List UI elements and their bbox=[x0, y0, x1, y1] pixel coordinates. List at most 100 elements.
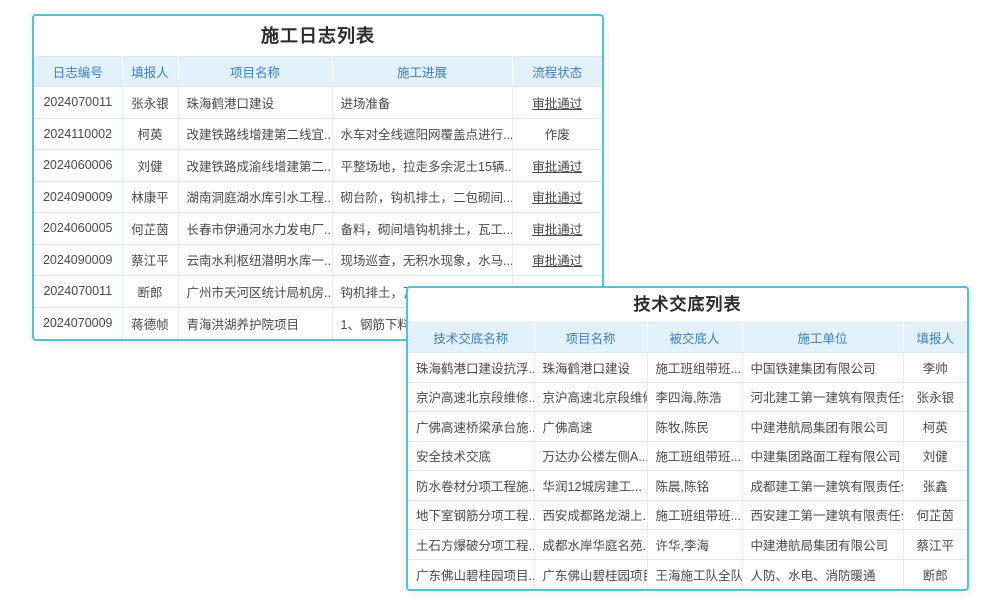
disclosure-name-column-header: 技术交底名称 bbox=[408, 323, 534, 353]
receiver-cell: 施工班组带班... bbox=[647, 441, 742, 471]
project-name-cell[interactable]: 改建铁路线增建第二线宜... bbox=[178, 118, 332, 150]
project-name-cell[interactable]: 华润12城房建工... bbox=[534, 471, 647, 501]
project-name-cell[interactable]: 广佛高速 bbox=[534, 412, 647, 442]
project-name-cell[interactable]: 京沪高速北京段维修 bbox=[534, 382, 647, 412]
progress-cell: 现场巡查，无积水现象，水马... bbox=[332, 244, 512, 276]
technical-disclosure-title: 技术交底列表 bbox=[408, 288, 967, 322]
reporter-cell[interactable]: 刘健 bbox=[122, 150, 178, 182]
project-name-cell[interactable]: 广州市天河区统计局机房... bbox=[178, 276, 332, 308]
log-id-cell[interactable]: 2024090009 bbox=[34, 181, 122, 213]
reporter-cell[interactable]: 断郎 bbox=[122, 276, 178, 308]
log-id-cell[interactable]: 2024070009 bbox=[34, 307, 122, 339]
receiver-cell: 施工班组带班... bbox=[647, 500, 742, 530]
project-name-cell[interactable]: 青海洪湖养护院项目 bbox=[178, 307, 332, 339]
log-id-column-header: 日志编号 bbox=[34, 57, 122, 87]
disclosure-name-cell[interactable]: 地下室钢筋分项工程... bbox=[408, 500, 534, 530]
reporter-cell[interactable]: 林康平 bbox=[122, 181, 178, 213]
progress-column-header: 施工进展 bbox=[332, 57, 512, 87]
log-id-cell[interactable]: 2024110002 bbox=[34, 118, 122, 150]
reporter-cell[interactable]: 张永银 bbox=[122, 87, 178, 119]
table-header-row: 日志编号填报人项目名称施工进展流程状态 bbox=[34, 57, 602, 87]
table-row: 安全技术交底万达办公楼左侧A...施工班组带班...中建集团路面工程有限公司刘健 bbox=[408, 441, 967, 471]
table-row: 京沪高速北京段维修...京沪高速北京段维修李四海,陈浩河北建工第一建筑有限责任公… bbox=[408, 382, 967, 412]
reporter-column-header: 填报人 bbox=[122, 57, 178, 87]
disclosure-name-cell[interactable]: 土石方爆破分项工程... bbox=[408, 530, 534, 560]
unit-cell: 人防、水电、消防暖通 bbox=[742, 559, 903, 589]
status-cell[interactable]: 审批通过 bbox=[512, 181, 602, 213]
reporter-cell[interactable]: 柯英 bbox=[903, 412, 967, 442]
project-name-column-header: 项目名称 bbox=[178, 57, 332, 87]
reporter-column-header: 填报人 bbox=[903, 323, 967, 353]
project-name-cell[interactable]: 改建铁路成渝线增建第二... bbox=[178, 150, 332, 182]
disclosure-name-cell[interactable]: 珠海鹤港口建设抗浮... bbox=[408, 353, 534, 383]
progress-cell: 进场准备 bbox=[332, 87, 512, 119]
disclosure-name-cell[interactable]: 京沪高速北京段维修... bbox=[408, 382, 534, 412]
table-row: 广东佛山碧桂园项目...广东佛山碧桂园项目王海施工队全队人防、水电、消防暖通断郎 bbox=[408, 559, 967, 589]
table-header-row: 技术交底名称项目名称被交底人施工单位填报人 bbox=[408, 323, 967, 353]
reporter-cell[interactable]: 刘健 bbox=[903, 441, 967, 471]
table-row: 2024110002柯英改建铁路线增建第二线宜...水车对全线遮阳网覆盖点进行.… bbox=[34, 118, 602, 150]
receiver-cell: 李四海,陈浩 bbox=[647, 382, 742, 412]
log-id-cell[interactable]: 2024070011 bbox=[34, 276, 122, 308]
status-cell[interactable]: 审批通过 bbox=[512, 150, 602, 182]
table-row: 土石方爆破分项工程...成都水岸华庭名苑...许华,李海中建港航局集团有限公司蔡… bbox=[408, 530, 967, 560]
construction-log-title: 施工日志列表 bbox=[34, 16, 602, 56]
disclosure-name-cell[interactable]: 广东佛山碧桂园项目... bbox=[408, 559, 534, 589]
table-row: 2024060005何芷茵长春市伊通河水力发电厂...备料，砌间墙钩机排土，瓦工… bbox=[34, 213, 602, 245]
unit-cell: 西安建工第一建筑有限责任公司 bbox=[742, 500, 903, 530]
receiver-cell: 陈牧,陈民 bbox=[647, 412, 742, 442]
reporter-cell[interactable]: 李帅 bbox=[903, 353, 967, 383]
status-column-header: 流程状态 bbox=[512, 57, 602, 87]
reporter-cell[interactable]: 何芷茵 bbox=[903, 500, 967, 530]
project-name-cell[interactable]: 珠海鹤港口建设 bbox=[178, 87, 332, 119]
project-name-column-header: 项目名称 bbox=[534, 323, 647, 353]
reporter-cell[interactable]: 蒋德帧 bbox=[122, 307, 178, 339]
table-row: 防水卷材分项工程施...华润12城房建工...陈晨,陈铭成都建工第一建筑有限责任… bbox=[408, 471, 967, 501]
project-name-cell[interactable]: 成都水岸华庭名苑... bbox=[534, 530, 647, 560]
reporter-cell[interactable]: 柯英 bbox=[122, 118, 178, 150]
project-name-cell[interactable]: 万达办公楼左侧A... bbox=[534, 441, 647, 471]
disclosure-name-cell[interactable]: 广佛高速桥梁承台施... bbox=[408, 412, 534, 442]
log-id-cell[interactable]: 2024060006 bbox=[34, 150, 122, 182]
receiver-cell: 王海施工队全队 bbox=[647, 559, 742, 589]
reporter-cell[interactable]: 断郎 bbox=[903, 559, 967, 589]
project-name-cell[interactable]: 珠海鹤港口建设 bbox=[534, 353, 647, 383]
log-id-cell[interactable]: 2024060005 bbox=[34, 213, 122, 245]
project-name-cell[interactable]: 广东佛山碧桂园项目 bbox=[534, 559, 647, 589]
status-cell[interactable]: 审批通过 bbox=[512, 87, 602, 119]
technical-disclosure-table: 技术交底名称项目名称被交底人施工单位填报人 珠海鹤港口建设抗浮...珠海鹤港口建… bbox=[408, 322, 967, 589]
status-cell[interactable]: 审批通过 bbox=[512, 244, 602, 276]
receiver-cell: 陈晨,陈铭 bbox=[647, 471, 742, 501]
receiver-column-header: 被交底人 bbox=[647, 323, 742, 353]
status-cell[interactable]: 作废 bbox=[512, 118, 602, 150]
technical-disclosure-panel: 技术交底列表 技术交底名称项目名称被交底人施工单位填报人 珠海鹤港口建设抗浮..… bbox=[406, 286, 969, 591]
disclosure-name-cell[interactable]: 安全技术交底 bbox=[408, 441, 534, 471]
table-row: 2024090009林康平湖南洞庭湖水库引水工程...砌台阶，钩机排土，二包砌间… bbox=[34, 181, 602, 213]
table-row: 2024090009蔡江平云南水利枢纽潜明水库一...现场巡查，无积水现象，水马… bbox=[34, 244, 602, 276]
progress-cell: 备料，砌间墙钩机排土，瓦工... bbox=[332, 213, 512, 245]
progress-cell: 砌台阶，钩机排土，二包砌间... bbox=[332, 181, 512, 213]
unit-column-header: 施工单位 bbox=[742, 323, 903, 353]
status-cell[interactable]: 审批通过 bbox=[512, 213, 602, 245]
table-row: 2024060006刘健改建铁路成渝线增建第二...平整场地，拉走多余泥土15辆… bbox=[34, 150, 602, 182]
reporter-cell[interactable]: 蔡江平 bbox=[903, 530, 967, 560]
table-row: 地下室钢筋分项工程...西安成都路龙湖上...施工班组带班...西安建工第一建筑… bbox=[408, 500, 967, 530]
reporter-cell[interactable]: 张鑫 bbox=[903, 471, 967, 501]
project-name-cell[interactable]: 湖南洞庭湖水库引水工程... bbox=[178, 181, 332, 213]
progress-cell: 水车对全线遮阳网覆盖点进行... bbox=[332, 118, 512, 150]
unit-cell: 中建港航局集团有限公司 bbox=[742, 530, 903, 560]
reporter-cell[interactable]: 张永银 bbox=[903, 382, 967, 412]
receiver-cell: 施工班组带班... bbox=[647, 353, 742, 383]
disclosure-name-cell[interactable]: 防水卷材分项工程施... bbox=[408, 471, 534, 501]
desktop-canvas: 施工日志列表 日志编号填报人项目名称施工进展流程状态 2024070011张永银… bbox=[0, 0, 1000, 600]
reporter-cell[interactable]: 蔡江平 bbox=[122, 244, 178, 276]
log-id-cell[interactable]: 2024070011 bbox=[34, 87, 122, 119]
log-id-cell[interactable]: 2024090009 bbox=[34, 244, 122, 276]
project-name-cell[interactable]: 云南水利枢纽潜明水库一... bbox=[178, 244, 332, 276]
reporter-cell[interactable]: 何芷茵 bbox=[122, 213, 178, 245]
unit-cell: 河北建工第一建筑有限责任公司 bbox=[742, 382, 903, 412]
project-name-cell[interactable]: 长春市伊通河水力发电厂... bbox=[178, 213, 332, 245]
project-name-cell[interactable]: 西安成都路龙湖上... bbox=[534, 500, 647, 530]
unit-cell: 中建港航局集团有限公司 bbox=[742, 412, 903, 442]
receiver-cell: 许华,李海 bbox=[647, 530, 742, 560]
